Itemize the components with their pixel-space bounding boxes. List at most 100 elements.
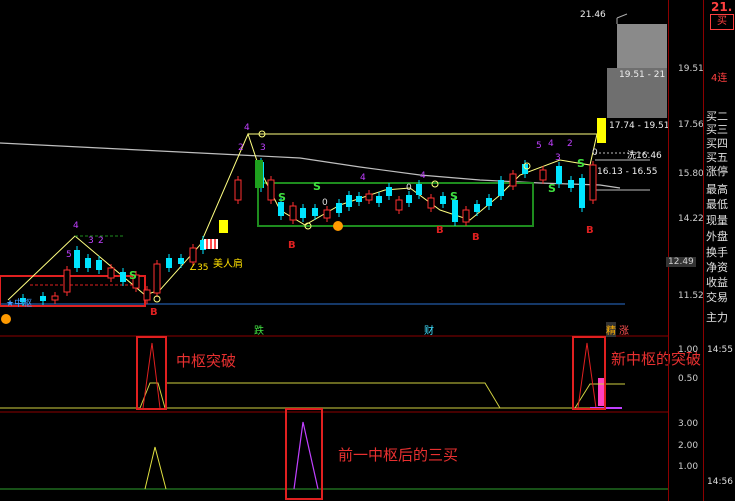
side-item[interactable]: 换手 <box>706 246 728 259</box>
candle <box>539 169 547 181</box>
svg-text:0: 0 <box>406 183 412 193</box>
buy-marker: B <box>288 240 296 251</box>
side-item[interactable]: 买三 <box>706 123 728 136</box>
candle <box>255 160 263 188</box>
candle <box>278 202 284 216</box>
side-item[interactable]: 买五 <box>706 151 728 164</box>
streak-badge: 4连 <box>711 73 728 84</box>
side-item[interactable]: 现量 <box>706 214 728 227</box>
svg-text:3: 3 <box>260 143 266 153</box>
flush-label: 洗16.46 <box>627 151 662 161</box>
candle <box>556 166 562 184</box>
candle <box>509 173 517 187</box>
jing-tag: 精 <box>606 322 616 337</box>
candle <box>189 247 197 263</box>
candle <box>336 203 342 213</box>
sell-marker: S <box>313 180 321 193</box>
candle <box>40 296 46 301</box>
candle <box>462 209 470 223</box>
price-tick-current: 12.49 <box>666 257 696 267</box>
event-icon <box>333 221 343 231</box>
side-item[interactable]: 收益 <box>706 276 728 289</box>
beauty-shoulder-label: 美人肩 <box>213 259 243 270</box>
event-icon <box>1 314 11 324</box>
candle <box>395 199 403 211</box>
candle <box>312 208 318 216</box>
side-item[interactable]: 主力 <box>706 311 728 324</box>
buy-marker: B <box>150 307 158 318</box>
candle <box>85 258 91 268</box>
candle <box>474 204 480 212</box>
zone-label-1: 19.51 - 21 <box>619 70 666 80</box>
svg-text:5: 5 <box>536 141 542 151</box>
candle <box>376 196 382 203</box>
candle <box>178 258 184 264</box>
svg-text:4: 4 <box>548 139 554 149</box>
annotation-third-buy: 前一中枢后的三买 <box>338 446 459 464</box>
candle <box>427 197 435 209</box>
side-top-price: 21. <box>711 0 733 14</box>
time-label: 14:56 <box>707 477 733 487</box>
svg-text:0: 0 <box>592 148 598 158</box>
candle <box>143 289 151 301</box>
top-price-label: 21.46 <box>580 10 606 20</box>
svg-text:2: 2 <box>238 143 244 153</box>
candle <box>107 267 115 279</box>
side-item[interactable]: 净资 <box>706 261 728 274</box>
svg-text:3: 3 <box>555 153 561 163</box>
candle <box>96 260 102 270</box>
candle <box>300 208 306 218</box>
side-item[interactable]: 买二 <box>706 110 728 123</box>
candle <box>153 263 161 294</box>
price-tick: 11.52 <box>678 291 704 301</box>
price-tick: 15.80 <box>678 169 704 179</box>
svg-text:4: 4 <box>420 171 426 181</box>
svg-text:2: 2 <box>567 139 573 149</box>
side-item[interactable]: 最高 <box>706 183 728 196</box>
side-item[interactable]: 交易 <box>706 291 728 304</box>
fall-tag: 跌 <box>254 326 264 337</box>
candle <box>416 184 422 195</box>
candle <box>323 209 331 219</box>
zone-label-3: 16.13 - 16.55 <box>597 167 658 177</box>
candle <box>486 198 492 206</box>
candle <box>498 180 504 196</box>
svg-text:2: 2 <box>98 236 104 246</box>
side-item[interactable]: 最低 <box>706 198 728 211</box>
zone-label-2: 17.74 - 19.51 <box>609 121 670 131</box>
ind2-tick: 1.00 <box>678 462 699 472</box>
side-item[interactable]: 涨停 <box>706 165 728 178</box>
candle <box>386 187 392 196</box>
side-item[interactable]: 外盘 <box>706 230 728 243</box>
candle <box>346 195 352 207</box>
candle <box>267 179 275 201</box>
svg-text:4: 4 <box>244 123 250 133</box>
sell-marker: S <box>548 182 556 195</box>
candle <box>452 200 458 222</box>
ind1-tick: 0.50 <box>678 374 699 384</box>
candle <box>51 295 59 301</box>
sell-marker: S <box>577 157 585 170</box>
price-tick: 19.51 <box>678 64 704 74</box>
ind2-tick: 3.00 <box>678 419 699 429</box>
ind1-tick: 1.00 <box>678 345 699 355</box>
sell-marker: S <box>129 269 137 282</box>
buy-marker: B <box>472 232 480 243</box>
candle <box>234 179 242 201</box>
time-label: 14:55 <box>707 345 733 355</box>
svg-text:4: 4 <box>73 221 79 231</box>
zhongshu-label: ★中枢 <box>6 299 33 309</box>
candle <box>365 193 373 201</box>
candle <box>406 195 412 203</box>
candle <box>440 196 446 204</box>
candle <box>289 205 297 221</box>
ind2-tick: 2.00 <box>678 441 699 451</box>
side-item[interactable]: 买四 <box>706 137 728 150</box>
marker-block <box>204 239 218 249</box>
svg-text:3: 3 <box>88 236 94 246</box>
buy-button[interactable]: 买 <box>710 14 734 30</box>
candle <box>63 269 71 293</box>
sell-marker: S <box>450 190 458 203</box>
candle <box>589 164 597 201</box>
svg-text:4: 4 <box>360 173 366 183</box>
